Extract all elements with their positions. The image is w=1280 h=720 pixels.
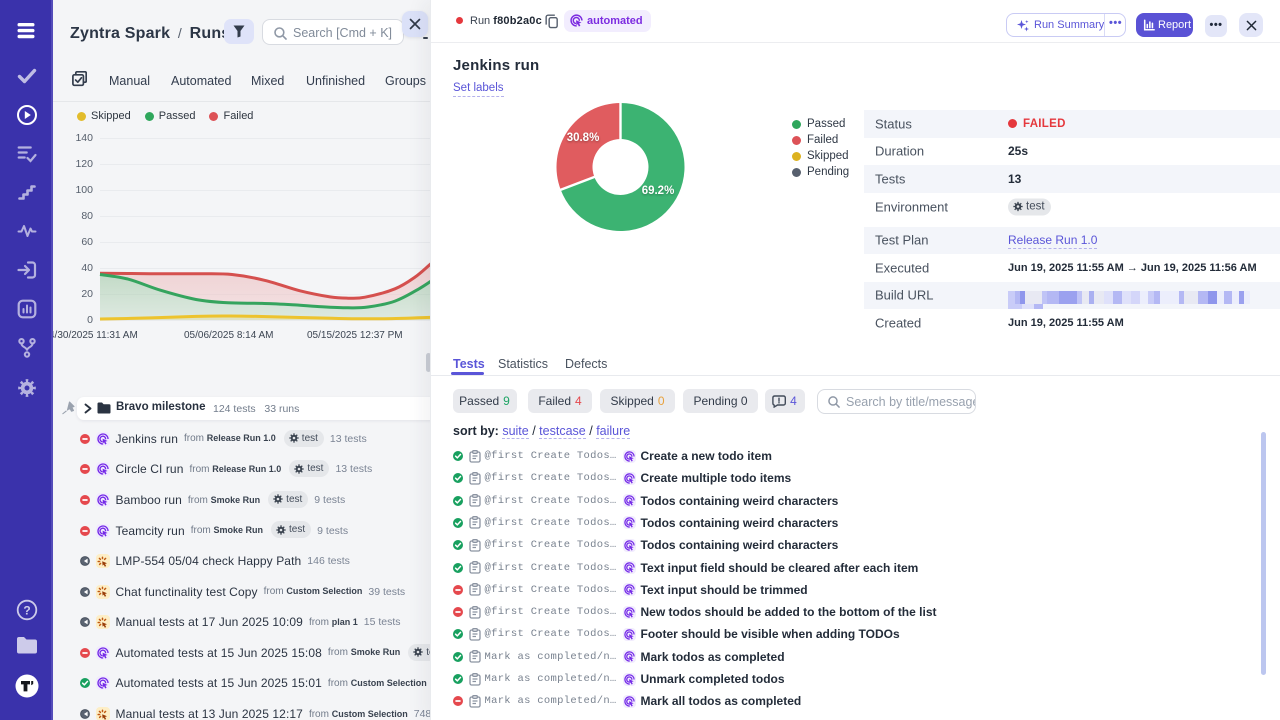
svg-text:?: ? xyxy=(23,604,30,618)
